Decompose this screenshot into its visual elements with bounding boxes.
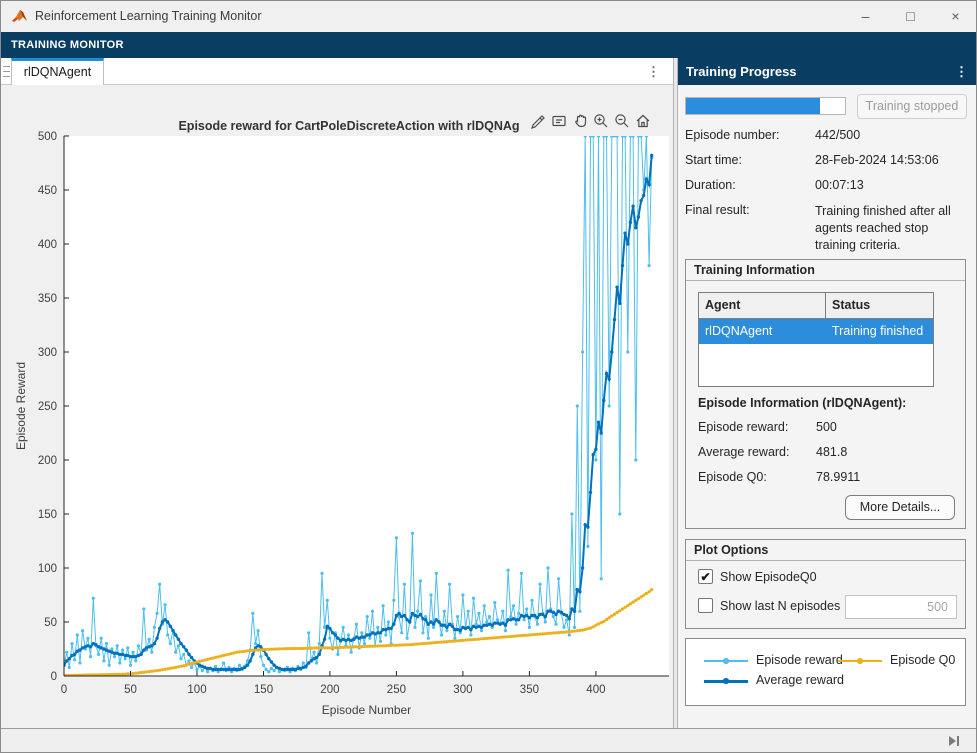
axes-toolbar: [529, 112, 652, 132]
app-window: Reinforcement Learning Training Monitor …: [0, 0, 977, 753]
svg-text:200: 200: [320, 684, 339, 696]
panel-menu-icon[interactable]: ⋮: [955, 58, 968, 85]
final-result-label: Final result:: [685, 203, 810, 217]
episode-number-label: Episode number:: [685, 128, 810, 142]
chart-legend: Episode reward Average reward Episode Q0: [685, 638, 966, 706]
svg-text:400: 400: [586, 684, 605, 696]
episode-q0-legend-line: [838, 660, 882, 662]
start-time-value: 28-Feb-2024 14:53:06: [815, 153, 967, 167]
episode-q0-value: 78.9911: [816, 470, 860, 484]
svg-text:Episode Number: Episode Number: [322, 703, 411, 717]
svg-text:250: 250: [387, 684, 406, 696]
tab-rldqnagent[interactable]: rlDQNAgent: [11, 58, 104, 85]
training-progress-title: Training Progress: [686, 58, 797, 85]
pan-icon[interactable]: [571, 112, 589, 132]
agent-cell[interactable]: rlDQNAgent: [699, 319, 826, 344]
svg-text:50: 50: [124, 684, 137, 696]
drag-grip-icon[interactable]: [3, 66, 10, 77]
episode-reward-legend-line: [704, 660, 748, 662]
show-last-n-label: Show last N episodes: [720, 599, 840, 613]
table-row[interactable]: rlDQNAgent Training finished: [699, 319, 933, 344]
svg-text:0: 0: [61, 684, 67, 696]
last-n-episodes-input[interactable]: 500: [845, 595, 957, 619]
average-reward-legend-line: [704, 680, 748, 683]
close-button[interactable]: ×: [933, 1, 977, 32]
ribbon-bar: TRAINING MONITOR: [1, 32, 977, 58]
status-bar: [1, 728, 977, 753]
svg-text:Episode Reward: Episode Reward: [14, 362, 28, 450]
home-icon[interactable]: [634, 112, 652, 132]
svg-text:300: 300: [38, 347, 57, 359]
agent-status-table[interactable]: Agent Status rlDQNAgent Training finishe…: [698, 292, 934, 387]
ribbon-tab-training-monitor[interactable]: TRAINING MONITOR: [11, 32, 124, 58]
zoom-in-icon[interactable]: [592, 112, 610, 132]
plot-options-title: Plot Options: [686, 540, 965, 561]
episode-reward-value: 500: [816, 420, 837, 434]
training-stopped-button[interactable]: Training stopped: [857, 94, 967, 119]
agent-column-header: Agent: [699, 293, 826, 318]
show-episodeq0-checkbox[interactable]: ✔: [698, 569, 713, 584]
svg-text:200: 200: [38, 455, 57, 467]
datatips-icon[interactable]: [550, 112, 568, 132]
svg-text:100: 100: [38, 563, 57, 575]
progress-bar: [685, 97, 846, 115]
episode-reward-label: Episode reward:: [698, 420, 788, 434]
svg-text:350: 350: [520, 684, 539, 696]
training-information-title: Training Information: [686, 260, 965, 281]
svg-text:100: 100: [187, 684, 206, 696]
export-icon[interactable]: [529, 112, 547, 132]
average-reward-value: 481.8: [816, 445, 847, 459]
minimize-button[interactable]: –: [843, 1, 888, 32]
maximize-button[interactable]: □: [888, 1, 933, 32]
duration-label: Duration:: [685, 178, 810, 192]
svg-text:300: 300: [453, 684, 472, 696]
figure-area: 0 50 100 150 200 250 300 350 400 0 50 100 150 200 250 3…: [1, 85, 673, 728]
svg-text:150: 150: [254, 684, 273, 696]
svg-text:400: 400: [38, 239, 57, 251]
episode-q0-label: Episode Q0:: [698, 470, 767, 484]
episode-information-title: Episode Information (rlDQNAgent):: [698, 396, 906, 410]
expand-right-icon[interactable]: [946, 734, 962, 751]
tab-overflow-icon[interactable]: ⋮: [647, 58, 660, 85]
zoom-out-icon[interactable]: [613, 112, 631, 132]
show-episodeq0-label: Show EpisodeQ0: [720, 570, 817, 584]
window-title: Reinforcement Learning Training Monitor: [35, 1, 262, 32]
title-bar: Reinforcement Learning Training Monitor …: [1, 1, 977, 32]
training-information-panel: Training Information Agent Status rlDQNA…: [685, 259, 966, 529]
more-details-button[interactable]: More Details...: [845, 495, 955, 520]
reward-plot[interactable]: 0 50 100 150 200 250 300 350 400 0 50 100 150 200 250 3…: [1, 85, 673, 728]
duration-value: 00:07:13: [815, 178, 967, 192]
svg-text:500: 500: [38, 131, 57, 143]
episode-reward-legend-label: Episode reward: [756, 653, 843, 667]
progress-bar-fill: [686, 98, 820, 114]
training-progress-panel: Training stopped Episode number: 442/500…: [678, 85, 977, 728]
final-result-value: Training finished after all agents reach…: [815, 203, 967, 254]
start-time-label: Start time:: [685, 153, 810, 167]
svg-text:350: 350: [38, 293, 57, 305]
svg-text:450: 450: [38, 185, 57, 197]
average-reward-legend-label: Average reward: [756, 673, 844, 687]
svg-text:150: 150: [38, 509, 57, 521]
svg-text:Episode reward for CartPoleDis: Episode reward for CartPoleDiscreteActio…: [178, 119, 519, 133]
document-tab-strip: rlDQNAgent ⋮: [1, 58, 673, 85]
svg-text:50: 50: [44, 617, 57, 629]
average-reward-label: Average reward:: [698, 445, 790, 459]
table-header-row: Agent Status: [699, 293, 933, 319]
status-cell[interactable]: Training finished: [826, 319, 933, 344]
episode-number-value: 442/500: [815, 128, 967, 142]
svg-text:0: 0: [51, 671, 57, 683]
matlab-logo-icon: [11, 8, 28, 28]
svg-text:250: 250: [38, 401, 57, 413]
status-column-header: Status: [826, 293, 933, 318]
show-last-n-checkbox[interactable]: [698, 598, 713, 613]
episode-q0-legend-label: Episode Q0: [890, 653, 955, 667]
training-progress-header: Training Progress ⋮: [678, 58, 977, 85]
plot-options-panel: Plot Options ✔ Show EpisodeQ0 Show last …: [685, 539, 966, 629]
